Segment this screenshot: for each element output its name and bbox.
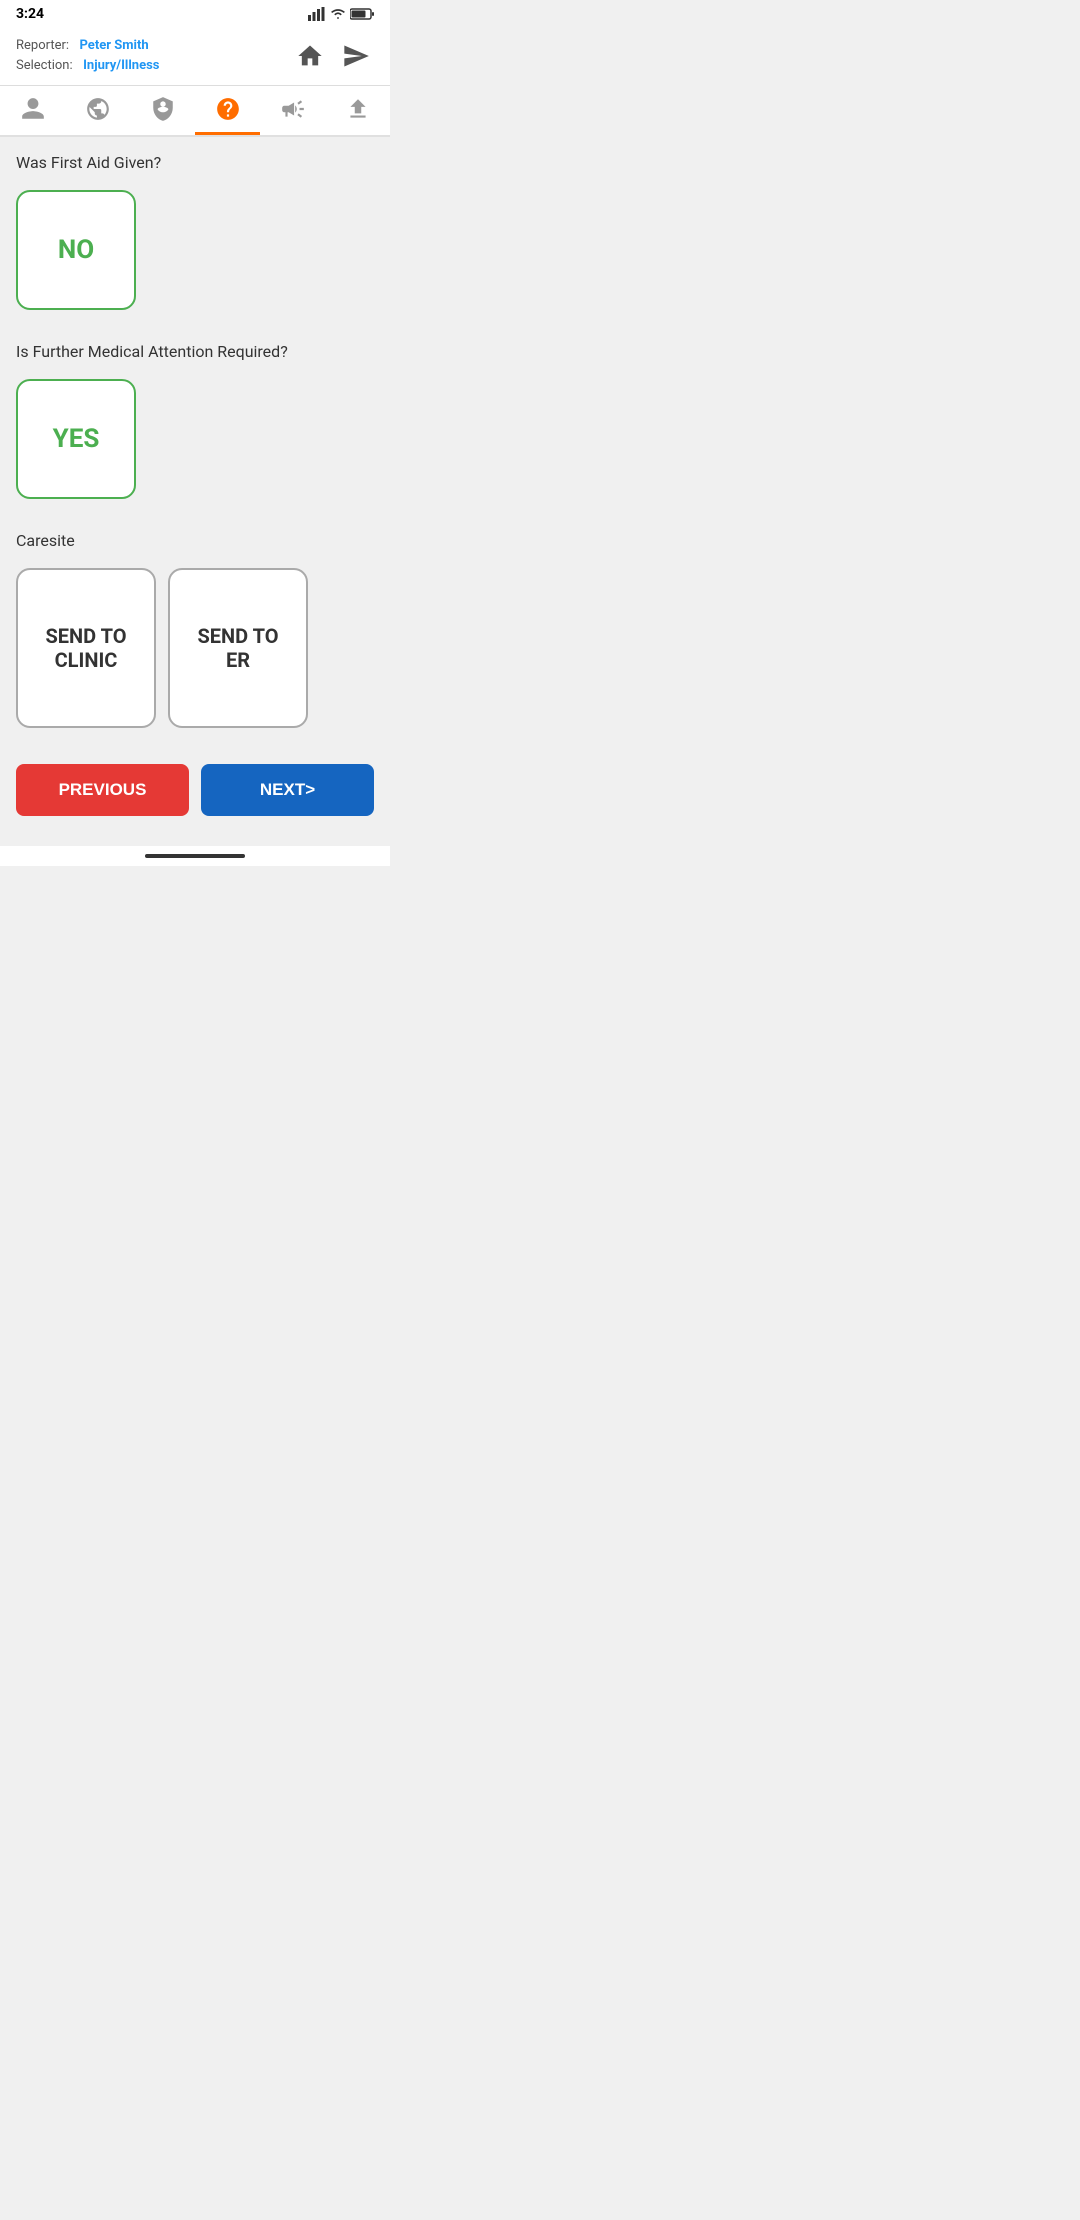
first-aid-options: NO <box>0 180 390 326</box>
reporter-label: Reporter: <box>16 38 69 53</box>
reporter-row: Reporter: Peter Smith <box>16 36 159 56</box>
send-to-er-card[interactable]: SEND TO ER <box>168 568 308 728</box>
status-time: 3:24 <box>16 6 44 22</box>
first-aid-no-card[interactable]: NO <box>16 190 136 310</box>
tab-upload[interactable] <box>325 86 390 135</box>
caresite-options: SEND TOCLINIC SEND TO ER <box>0 558 390 744</box>
status-icons <box>308 7 374 21</box>
send-to-clinic-text: SEND TOCLINIC <box>45 624 126 672</box>
signal-icon <box>308 7 326 21</box>
further-medical-yes-text: YES <box>53 424 100 454</box>
first-aid-label: Was First Aid Given? <box>0 137 390 180</box>
tab-globe[interactable] <box>65 86 130 135</box>
battery-icon <box>350 8 374 20</box>
header: Reporter: Peter Smith Selection: Injury/… <box>0 28 390 86</box>
further-medical-options: YES <box>0 369 390 515</box>
footer-buttons: PREVIOUS NEXT> <box>0 744 390 846</box>
further-medical-label: Is Further Medical Attention Required? <box>0 326 390 369</box>
nav-tabs <box>0 86 390 137</box>
send-to-clinic-card[interactable]: SEND TOCLINIC <box>16 568 156 728</box>
previous-button[interactable]: PREVIOUS <box>16 764 189 816</box>
tab-megaphone[interactable] <box>260 86 325 135</box>
tab-worker[interactable] <box>130 86 195 135</box>
next-button[interactable]: NEXT> <box>201 764 374 816</box>
selection-row: Selection: Injury/Illness <box>16 56 159 76</box>
header-icons <box>292 38 374 74</box>
header-info: Reporter: Peter Smith Selection: Injury/… <box>16 36 159 75</box>
tab-person[interactable] <box>0 86 65 135</box>
bottom-nav-bar <box>0 846 390 866</box>
home-button[interactable] <box>292 38 328 74</box>
caresite-label: Caresite <box>0 515 390 558</box>
tab-question[interactable] <box>195 86 260 135</box>
send-to-er-text: SEND TO ER <box>186 624 290 672</box>
wifi-icon <box>330 7 346 21</box>
bottom-pill <box>145 854 245 858</box>
further-medical-yes-card[interactable]: YES <box>16 379 136 499</box>
selection-value: Injury/Illness <box>83 58 159 73</box>
reporter-name: Peter Smith <box>80 38 149 53</box>
content: Was First Aid Given? NO Is Further Medic… <box>0 137 390 846</box>
selection-label: Selection: <box>16 58 73 73</box>
first-aid-no-text: NO <box>58 235 94 265</box>
submit-button[interactable] <box>338 38 374 74</box>
status-bar: 3:24 <box>0 0 390 28</box>
